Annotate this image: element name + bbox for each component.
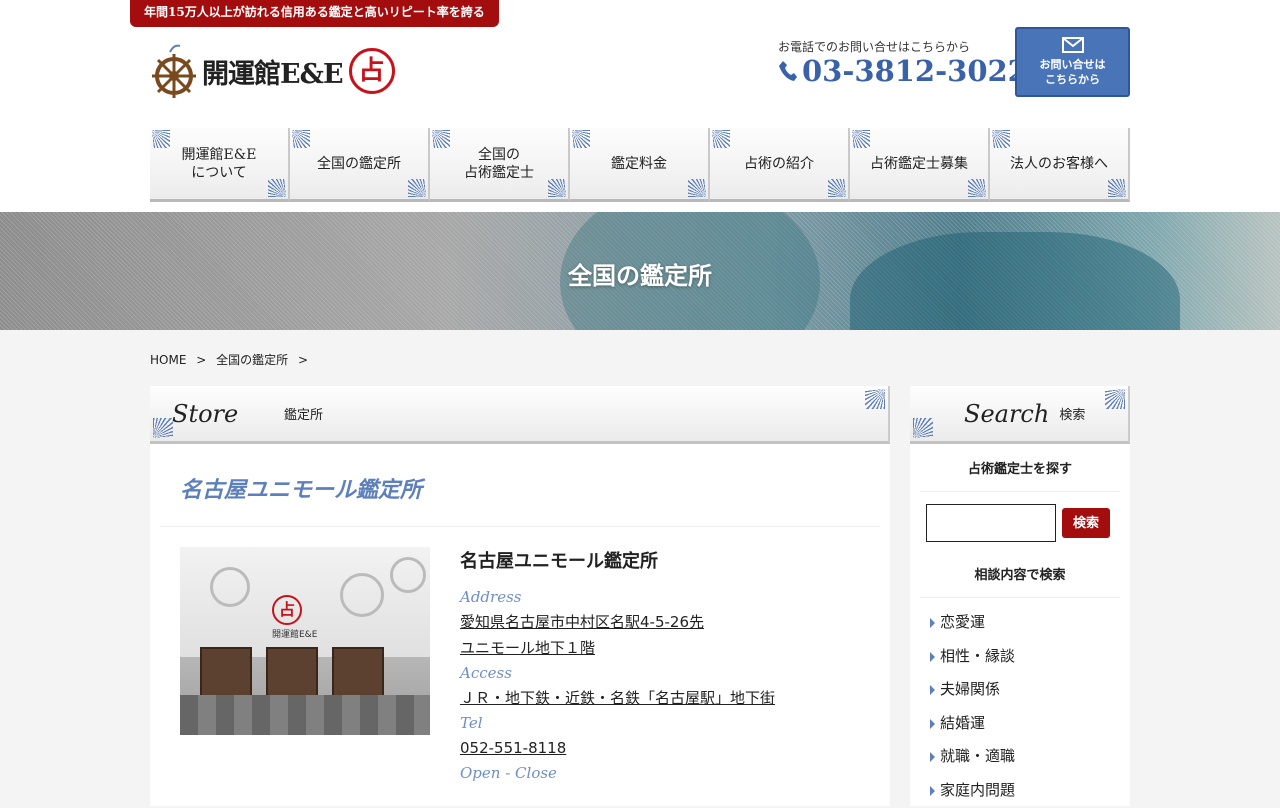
search-input[interactable]: [926, 504, 1056, 542]
phone-caption: お電話でのお問い合せはこちらから: [778, 40, 971, 54]
category-link[interactable]: 家庭内問題: [920, 774, 1120, 808]
nav-about[interactable]: 開運館E&E について: [150, 128, 290, 202]
category-title: 相談内容で検索: [920, 550, 1120, 598]
nav-fees[interactable]: 鑑定料金: [570, 128, 710, 202]
sidebar-header: Search 検索: [910, 386, 1130, 444]
phone-number[interactable]: 03-3812-3022: [778, 54, 1028, 88]
header-tagline: 年間15万人以上が訪れる信用ある鑑定と高いリピート率を誇る: [130, 0, 499, 27]
tel-link[interactable]: 052-551-8118: [460, 735, 880, 761]
access-text[interactable]: ＪＲ・地下鉄・近鉄・名鉄「名古屋駅」地下街: [460, 685, 880, 711]
store-name: 名古屋ユニモール鑑定所: [460, 551, 658, 572]
sidebar-title-jp: 検索: [1059, 408, 1086, 423]
nav-corporate[interactable]: 法人のお客様へ: [990, 128, 1130, 202]
store-photo: 占 開運館E&E: [180, 547, 430, 735]
breadcrumb-separator: >: [196, 353, 207, 367]
nav-methods[interactable]: 占術の紹介: [710, 128, 850, 202]
breadcrumb-current: 全国の鑑定所: [216, 353, 289, 367]
section-title-en: Store: [172, 399, 239, 428]
sidebar: Search 検索 占術鑑定士を探す 検索 相談内容で検索 恋愛運 相性・縁談 …: [910, 386, 1130, 806]
ship-wheel-icon: [152, 44, 196, 98]
logo-seal: 占: [348, 48, 395, 94]
nav-stores[interactable]: 全国の鑑定所: [290, 128, 430, 202]
tel-label: Tel: [460, 714, 483, 732]
category-list: 恋愛運 相性・縁談 夫婦関係 結婚運 就職・適職 家庭内問題: [920, 598, 1120, 808]
store-heading: 名古屋ユニモール鑑定所: [180, 477, 423, 503]
category-link[interactable]: 結婚運: [920, 707, 1120, 741]
site-logo[interactable]: 開運館E&E 占: [150, 42, 395, 100]
category-link[interactable]: 夫婦関係: [920, 673, 1120, 707]
contact-button[interactable]: お問い合せは こちらから: [1015, 27, 1130, 97]
hero-banner: 全国の鑑定所: [0, 212, 1280, 330]
main-content: Store 鑑定所 名古屋ユニモール鑑定所 占 開運館E&E 名古屋ユニモール鑑…: [150, 386, 890, 806]
breadcrumb-home[interactable]: HOME: [150, 353, 192, 367]
section-title-jp: 鑑定所: [284, 408, 324, 423]
access-label: Access: [460, 664, 512, 682]
contact-label-1: お問い合せは: [1039, 58, 1106, 71]
open-close-label: Open - Close: [460, 764, 557, 782]
store-sign-text: 開運館E&E: [272, 630, 318, 640]
address-line-2[interactable]: ユニモール地下１階: [460, 635, 880, 661]
phone-icon: [779, 61, 797, 81]
mail-icon: [1061, 37, 1084, 53]
contact-label-2: こちらから: [1045, 73, 1100, 86]
global-nav: 開運館E&E について 全国の鑑定所 全国の 占術鑑定士 鑑定料金 占術の紹介 …: [150, 128, 1130, 202]
page-title: 全国の鑑定所: [568, 262, 712, 290]
sidebar-title-en: Search: [964, 399, 1050, 428]
divider: [160, 526, 880, 527]
phone-number-text: 03-3812-3022: [802, 54, 1028, 88]
address-line-1[interactable]: 愛知県名古屋市中村区名駅4-5-26先: [460, 609, 880, 635]
nav-fortune-tellers[interactable]: 全国の 占術鑑定士: [430, 128, 570, 202]
store-info: 名古屋ユニモール鑑定所 Address 愛知県名古屋市中村区名駅4-5-26先 …: [460, 547, 880, 785]
breadcrumb: HOME > 全国の鑑定所 >: [150, 351, 314, 368]
find-teller-title: 占術鑑定士を探す: [920, 444, 1120, 492]
nav-recruit[interactable]: 占術鑑定士募集: [850, 128, 990, 202]
logo-text: 開運館E&E: [202, 58, 344, 90]
search-form: 検索: [910, 492, 1130, 550]
site-header: 年間15万人以上が訪れる信用ある鑑定と高いリピート率を誇る 開運館E&E 占 お…: [0, 0, 1280, 212]
store-sign: 占: [272, 595, 302, 625]
category-link[interactable]: 恋愛運: [920, 606, 1120, 640]
search-button[interactable]: 検索: [1062, 508, 1110, 538]
breadcrumb-separator: >: [297, 353, 309, 367]
category-link[interactable]: 就職・適職: [920, 740, 1120, 774]
category-link[interactable]: 相性・縁談: [920, 640, 1120, 674]
section-header: Store 鑑定所: [150, 386, 890, 444]
address-label: Address: [460, 588, 522, 606]
